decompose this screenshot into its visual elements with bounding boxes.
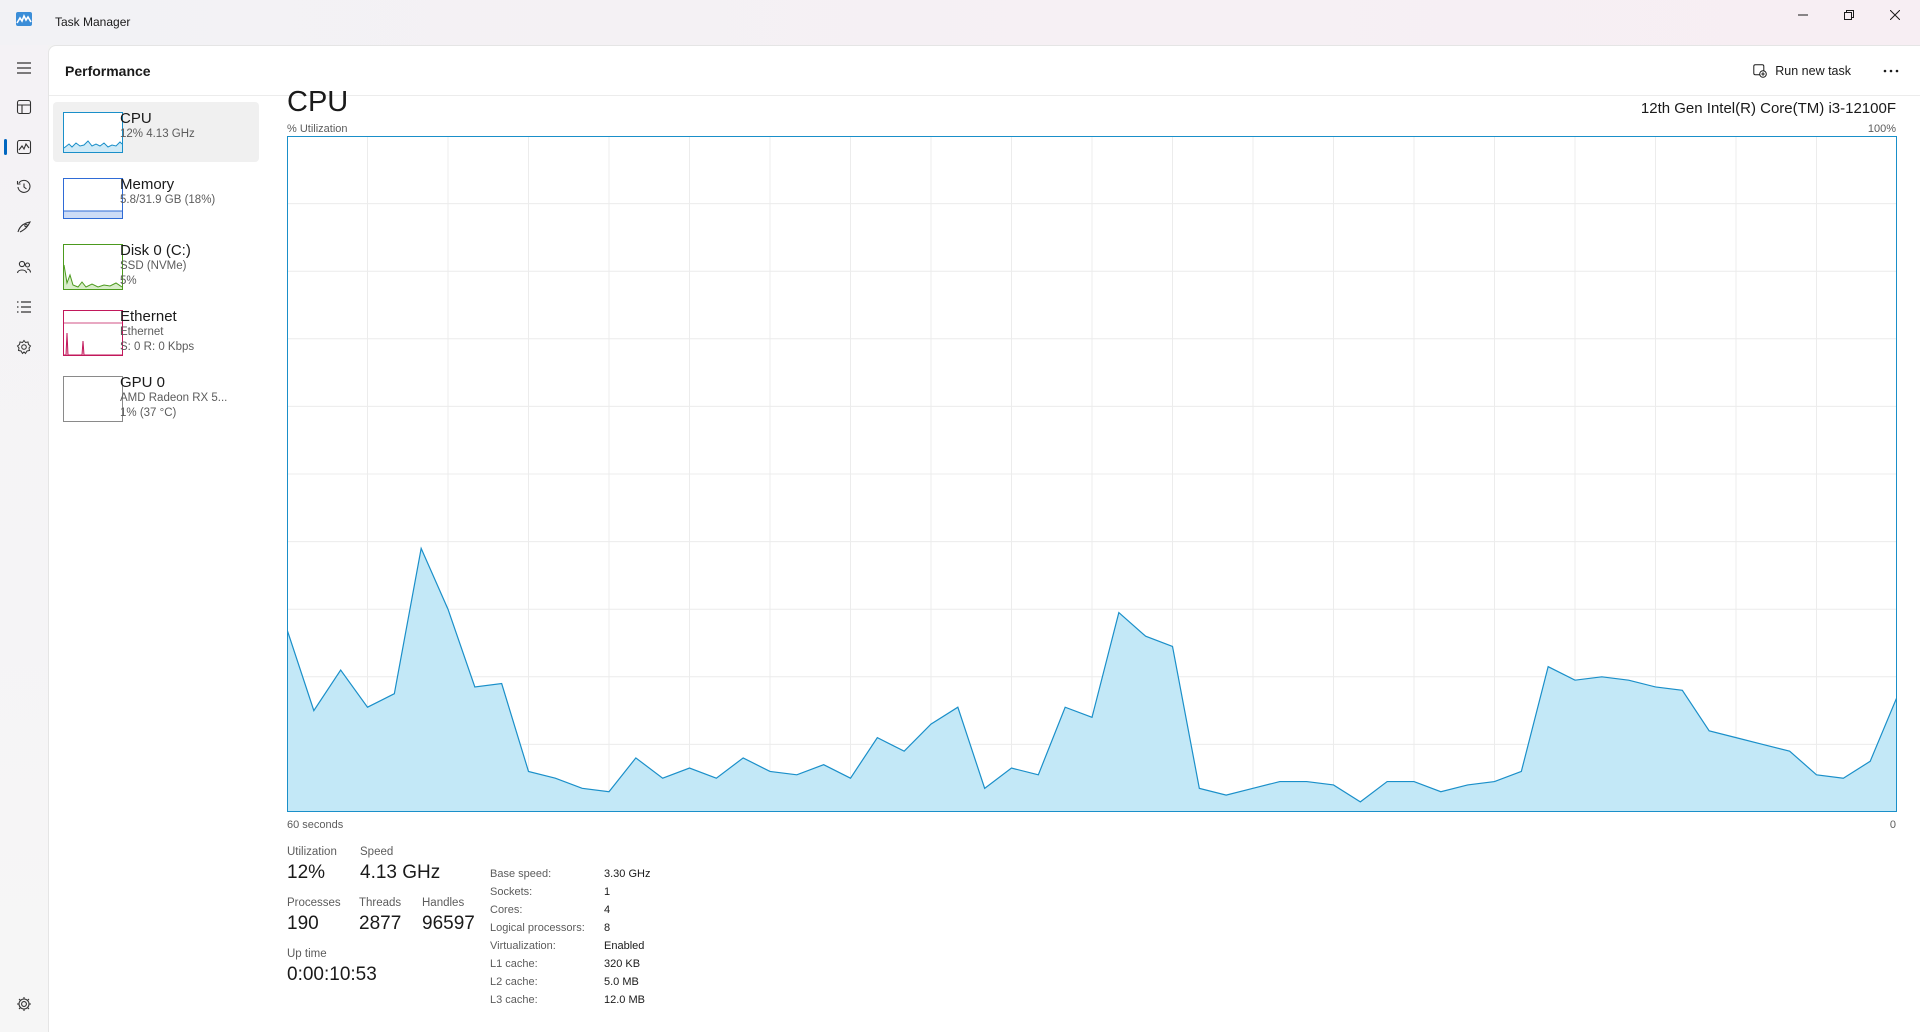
navigation-rail <box>0 45 48 1032</box>
perf-item-name: Memory <box>120 176 175 193</box>
minimize-button[interactable] <box>1780 0 1826 30</box>
perf-item-detail: SSD (NVMe) <box>120 260 187 272</box>
perf-item-gpu[interactable]: GPU 0 AMD Radeon RX 5... 1% (37 °C) <box>53 366 259 426</box>
selected-indicator <box>4 139 7 155</box>
spec-value: 5.0 MB <box>604 976 639 988</box>
threads-value: 2877 <box>359 913 402 934</box>
more-options-icon <box>1883 69 1899 73</box>
utilization-label: Utilization <box>287 846 337 858</box>
cpu-thumbnail-graph <box>63 112 123 153</box>
processes-value: 190 <box>287 913 319 934</box>
perf-item-detail-2: 1% (37 °C) <box>120 407 177 419</box>
startup-apps-icon <box>17 221 31 233</box>
spec-key: Logical processors: <box>490 922 585 934</box>
perf-item-name: CPU <box>120 110 152 127</box>
perf-item-detail-2: S: 0 R: 0 Kbps <box>120 341 195 353</box>
perf-item-detail: Ethernet <box>120 326 164 338</box>
spec-value: Enabled <box>604 940 645 952</box>
speed-value: 4.13 GHz <box>360 862 441 883</box>
nav-processes[interactable] <box>0 89 48 125</box>
processes-icon <box>16 99 32 115</box>
resource-list: CPU 12% 4.13 GHz Memory 5.8/31.9 GB (18%… <box>53 102 259 432</box>
handles-value: 96597 <box>422 913 475 934</box>
perf-item-name: GPU 0 <box>120 374 166 391</box>
spec-value: 12.0 MB <box>604 994 645 1006</box>
perf-item-detail: AMD Radeon RX 5... <box>120 392 228 404</box>
perf-item-memory[interactable]: Memory 5.8/31.9 GB (18%) <box>53 168 259 228</box>
nav-services[interactable] <box>0 329 48 365</box>
hamburger-menu-button[interactable] <box>0 50 48 86</box>
nav-app-history[interactable] <box>0 169 48 205</box>
spec-key: Virtualization: <box>490 940 556 952</box>
settings-icon <box>17 997 31 1011</box>
spec-key: Sockets: <box>490 886 533 898</box>
spec-value: 3.30 GHz <box>604 868 651 880</box>
perf-item-detail: 12% 4.13 GHz <box>120 128 195 140</box>
memory-thumbnail-graph <box>63 178 123 219</box>
uptime-label: Up time <box>287 948 327 960</box>
close-icon <box>1890 10 1900 20</box>
services-icon <box>16 339 32 355</box>
app-title: Task Manager <box>55 15 131 29</box>
restore-button[interactable] <box>1826 0 1872 30</box>
performance-icon <box>16 139 32 155</box>
perf-item-name: Disk 0 (C:) <box>120 242 191 259</box>
spec-key: L1 cache: <box>490 958 538 970</box>
nav-startup-apps[interactable] <box>0 209 48 245</box>
perf-item-detail-2: 5% <box>120 275 137 287</box>
nav-users[interactable] <box>0 249 48 285</box>
nav-performance[interactable] <box>0 129 48 165</box>
x-axis-left-label: 60 seconds <box>287 819 344 831</box>
spec-value: 320 KB <box>604 958 641 970</box>
nav-details[interactable] <box>0 289 48 325</box>
spec-key: L2 cache: <box>490 976 538 988</box>
app-history-icon <box>16 179 31 193</box>
close-button[interactable] <box>1872 0 1918 30</box>
run-new-task-label: Run new task <box>1775 64 1851 78</box>
perf-item-cpu[interactable]: CPU 12% 4.13 GHz <box>53 102 259 162</box>
run-new-task-button[interactable]: Run new task <box>1745 57 1859 85</box>
task-manager-app-icon <box>16 12 32 26</box>
spec-value: 4 <box>604 904 611 916</box>
spec-value: 1 <box>604 886 611 898</box>
spec-key: Base speed: <box>490 868 552 880</box>
cpu-utilization-graph <box>287 136 1897 812</box>
nav-settings[interactable] <box>0 986 48 1022</box>
ethernet-thumbnail-graph <box>63 310 123 356</box>
spec-key: L3 cache: <box>490 994 538 1006</box>
menu-icon <box>17 62 31 74</box>
main-panel: Performance Run new task CPU 12% 4.13 GH… <box>48 45 1920 1032</box>
resource-title: CPU <box>287 86 349 118</box>
perf-item-disk[interactable]: Disk 0 (C:) SSD (NVMe) 5% <box>53 234 259 294</box>
perf-item-name: Ethernet <box>120 308 177 325</box>
users-icon <box>16 260 32 274</box>
processes-label: Processes <box>287 897 341 909</box>
run-new-task-icon <box>1753 64 1768 78</box>
restore-icon <box>1844 10 1854 20</box>
details-icon <box>17 301 31 313</box>
perf-item-detail: 5.8/31.9 GB (18%) <box>120 194 216 206</box>
minimize-icon <box>1798 14 1808 16</box>
more-options-button[interactable] <box>1875 57 1907 85</box>
title-bar: Task Manager <box>0 0 1920 45</box>
spec-value: 8 <box>604 922 611 934</box>
disk-thumbnail-graph <box>63 244 123 290</box>
gpu-thumbnail-graph <box>63 376 123 422</box>
cpu-model-name: 12th Gen Intel(R) Core(TM) i3-12100F <box>1640 100 1896 117</box>
perf-item-ethernet[interactable]: Ethernet Ethernet S: 0 R: 0 Kbps <box>53 300 259 360</box>
uptime-value: 0:00:10:53 <box>287 964 377 985</box>
utilization-value: 12% <box>287 862 326 883</box>
threads-label: Threads <box>359 897 402 909</box>
x-axis-right-label: 0 <box>1889 819 1896 831</box>
handles-label: Handles <box>422 897 465 909</box>
y-axis-max-label: 100% <box>1867 123 1896 135</box>
spec-key: Cores: <box>490 904 523 916</box>
y-axis-label: % Utilization <box>287 123 348 135</box>
page-title: Performance <box>65 63 151 79</box>
speed-label: Speed <box>360 846 394 858</box>
